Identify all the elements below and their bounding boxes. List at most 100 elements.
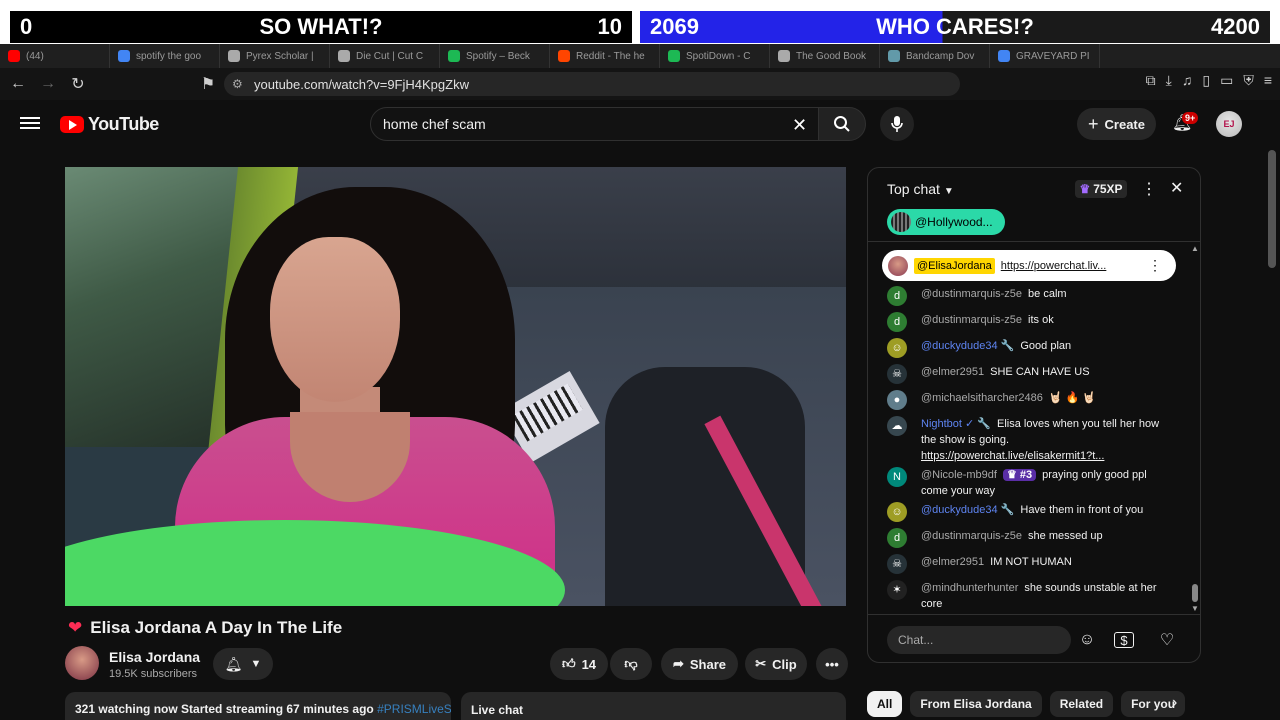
- back-icon[interactable]: ←: [6, 72, 30, 96]
- page-scrollbar[interactable]: [1268, 150, 1276, 268]
- share-icon: ➦: [672, 656, 684, 671]
- dislike-button[interactable]: 👎︎: [610, 648, 652, 680]
- browser-tab[interactable]: The Good Book: [770, 44, 880, 68]
- pinned-more-icon[interactable]: ⋮: [1148, 257, 1162, 274]
- account-avatar[interactable]: EJ: [1216, 111, 1242, 137]
- browser-tab[interactable]: spotify the goo: [110, 44, 220, 68]
- chat-message[interactable]: ☺ @duckydude34 🔧 Have them in front of you: [868, 499, 1190, 525]
- sidebar-icon[interactable]: ▯: [1202, 72, 1210, 89]
- chat-message[interactable]: d @dustinmarquis-z5e be calm: [868, 283, 1190, 309]
- chat-author-name[interactable]: @mindhunterhunter: [921, 582, 1018, 594]
- site-info-icon[interactable]: ⚙: [232, 77, 243, 91]
- browser-tab[interactable]: Bandcamp Dov: [880, 44, 990, 68]
- filter-chip[interactable]: From Elisa Jordana: [910, 691, 1042, 717]
- live-chat-collapsed-bar[interactable]: Live chat: [461, 692, 846, 720]
- address-bar[interactable]: ⚙ youtube.com/watch?v=9FjH4KpgZkw: [224, 72, 960, 96]
- chat-message[interactable]: N @Nicole-mb9df ♛ #3 praying only good ppl …: [868, 464, 1190, 499]
- chat-message-text: 🤘🏻 🔥 🤘🏻: [1048, 392, 1097, 404]
- pinned-message[interactable]: @ElisaJordana https://powerchat.liv... ⋮: [882, 250, 1176, 281]
- close-chat-icon[interactable]: ✕: [1170, 178, 1183, 198]
- vpn-icon[interactable]: ⛨: [1243, 72, 1254, 89]
- browser-tab[interactable]: Reddit - The he: [550, 44, 660, 68]
- voice-search-button[interactable]: [880, 107, 914, 141]
- chat-author-name[interactable]: Nightbot ✓ 🔧: [921, 418, 991, 430]
- chat-author-name[interactable]: @dustinmarquis-z5e: [921, 530, 1022, 542]
- ticker-avatar: [891, 212, 911, 232]
- extensions-icon[interactable]: ⧉: [1146, 72, 1156, 89]
- browser-tab[interactable]: Pyrex Scholar |: [220, 44, 330, 68]
- menu-icon[interactable]: ≡: [1264, 72, 1272, 89]
- chat-author-name[interactable]: @dustinmarquis-z5e: [921, 314, 1022, 326]
- ticker-item[interactable]: @Hollywood...: [887, 209, 1005, 235]
- chat-message[interactable]: ☁ Nightbot ✓ 🔧 Elisa loves when you tell h…: [868, 413, 1190, 464]
- chevron-right-icon[interactable]: ›: [1172, 694, 1177, 712]
- more-actions-button[interactable]: •••: [816, 648, 848, 680]
- hashtag[interactable]: #PRISMLiveSt: [377, 702, 451, 716]
- channel-name[interactable]: Elisa Jordana: [109, 649, 200, 665]
- chat-message[interactable]: ✶ @mindhunterhunter she sounds unstable at…: [868, 577, 1190, 612]
- search-icon: [834, 116, 850, 132]
- pinned-link[interactable]: https://powerchat.liv...: [1001, 260, 1107, 272]
- reload-icon[interactable]: ↻: [66, 72, 90, 96]
- xp-badge[interactable]: ♛ 75XP: [1075, 180, 1127, 198]
- search-input[interactable]: home chef scam: [370, 107, 820, 141]
- chat-input[interactable]: Chat...: [887, 626, 1071, 654]
- forward-icon[interactable]: →: [36, 72, 60, 96]
- chat-message[interactable]: ● @michaelsitharcher2486 🤘🏻 🔥 🤘🏻: [868, 387, 1190, 413]
- emoji-icon[interactable]: ☺: [1074, 627, 1100, 653]
- youtube-logo[interactable]: YouTube: [60, 114, 159, 135]
- subscriber-count: 19.5K subscribers: [109, 668, 198, 680]
- chat-more-options-icon[interactable]: ⋮: [1141, 179, 1157, 199]
- browser-tab[interactable]: SpotiDown - C: [660, 44, 770, 68]
- music-icon[interactable]: ♫: [1182, 72, 1193, 89]
- guide-menu-icon[interactable]: [20, 114, 40, 134]
- video-player[interactable]: [65, 167, 846, 606]
- score-overlay: 0 SO WHAT!? 10 2069 WHO CARES!? 4200: [0, 0, 1280, 45]
- chat-message[interactable]: ☺ @duckydude34 🔧 Good plan: [868, 335, 1190, 361]
- chat-author-name[interactable]: @michaelsitharcher2486: [921, 392, 1043, 404]
- top-chat-dropdown[interactable]: Top chat ▼: [887, 181, 954, 197]
- super-chat-icon[interactable]: $: [1114, 632, 1134, 648]
- channel-avatar[interactable]: [65, 646, 99, 680]
- chat-author-name[interactable]: @elmer2951: [921, 556, 984, 568]
- chat-author-name[interactable]: @duckydude34 🔧: [921, 340, 1014, 352]
- chat-message-text: SHE CAN HAVE US: [990, 366, 1090, 378]
- chat-message[interactable]: d @dustinmarquis-z5e its ok: [868, 309, 1190, 335]
- search-query: home chef scam: [383, 116, 486, 132]
- chat-author-name[interactable]: @duckydude34 🔧: [921, 504, 1014, 516]
- clear-search-icon[interactable]: ✕: [792, 115, 807, 136]
- tab-favicon-icon: [558, 50, 570, 62]
- clip-button[interactable]: ✂ Clip: [745, 648, 807, 680]
- description-box[interactable]: 321 watching now Started streaming 67 mi…: [65, 692, 451, 720]
- subscription-notifications-button[interactable]: 🔔︎ ▼: [213, 648, 273, 680]
- chat-scrollbar[interactable]: ▲ ▼: [1190, 244, 1200, 614]
- chat-author-avatar: d: [887, 528, 907, 548]
- browser-tab[interactable]: Spotify – Beck: [440, 44, 550, 68]
- chat-message-list: d @dustinmarquis-z5e be calm d @dustinmarqui…: [868, 283, 1190, 612]
- share-button[interactable]: ➦ Share: [661, 648, 738, 680]
- wallet-icon[interactable]: ▭: [1220, 72, 1233, 89]
- search-button[interactable]: [818, 107, 866, 141]
- youtube-header: YouTube home chef scam ✕ + Create 🔔︎ 9+ …: [0, 100, 1280, 150]
- download-icon[interactable]: ⤓: [1166, 72, 1172, 89]
- bookmark-icon[interactable]: ⚑: [196, 72, 220, 96]
- chat-author-name[interactable]: @dustinmarquis-z5e: [921, 288, 1022, 300]
- chat-author-name[interactable]: @elmer2951: [921, 366, 984, 378]
- browser-tab[interactable]: GRAVEYARD PI: [990, 44, 1100, 68]
- tab-label: spotify the goo: [136, 50, 202, 62]
- chat-message[interactable]: d @dustinmarquis-z5e she messed up: [868, 525, 1190, 551]
- create-button[interactable]: + Create: [1077, 108, 1156, 140]
- like-button[interactable]: 👍︎ 14: [550, 648, 608, 680]
- score-right-a: 2069: [650, 14, 699, 39]
- browser-tab[interactable]: (44): [0, 44, 110, 68]
- browser-tab[interactable]: Die Cut | Cut C: [330, 44, 440, 68]
- chat-message[interactable]: ☠ @elmer2951 SHE CAN HAVE US: [868, 361, 1190, 387]
- heart-reaction-icon[interactable]: ♡: [1154, 627, 1180, 653]
- filter-chip[interactable]: All: [867, 691, 903, 717]
- chat-author-name[interactable]: @Nicole-mb9df: [921, 469, 997, 481]
- chat-author-avatar: ✶: [887, 580, 907, 600]
- chat-message-link[interactable]: https://powerchat.live/elisakermit1?t...: [921, 450, 1104, 462]
- chat-message[interactable]: ☠ @elmer2951 IM NOT HUMAN: [868, 551, 1190, 577]
- tab-label: (44): [26, 50, 44, 62]
- filter-chip[interactable]: Related: [1049, 691, 1114, 717]
